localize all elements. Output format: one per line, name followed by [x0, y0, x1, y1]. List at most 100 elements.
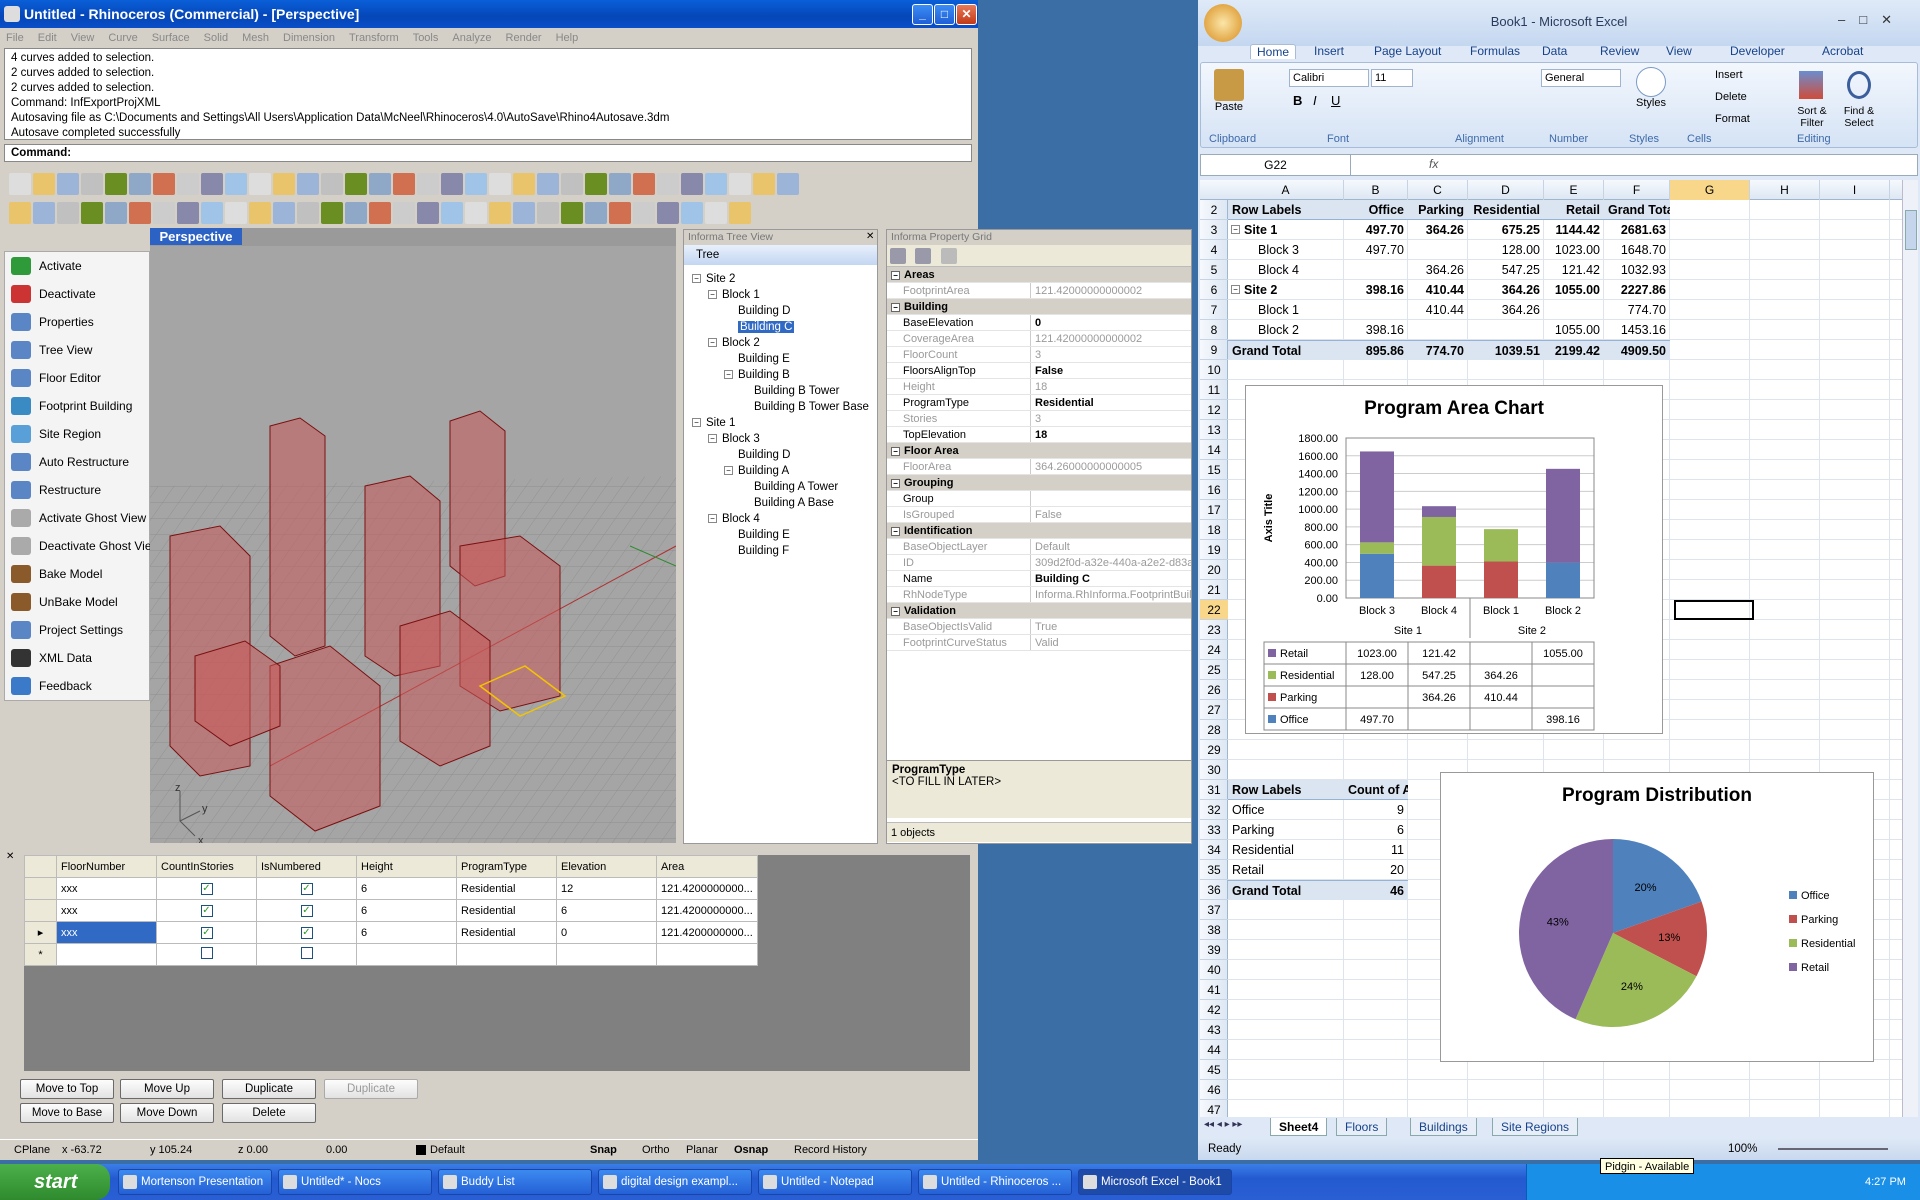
- pivot-row[interactable]: Grand Total 895.86 774.70 1039.51 2199.42 490…: [1228, 340, 1670, 360]
- toolbar-tool-icon[interactable]: [177, 202, 199, 224]
- toolbar-tool-icon[interactable]: [129, 202, 151, 224]
- tree-node[interactable]: Building D: [684, 447, 877, 463]
- tree-expander-icon[interactable]: −: [724, 466, 733, 476]
- count-label[interactable]: Grand Total: [1228, 881, 1344, 901]
- toolbar-tool-icon[interactable]: [417, 202, 439, 224]
- row-header[interactable]: 38: [1200, 920, 1228, 940]
- property-value[interactable]: Residential: [1031, 395, 1094, 410]
- toolbar-tool-icon[interactable]: [393, 202, 415, 224]
- find-select-button[interactable]: Find & Select: [1835, 105, 1883, 129]
- toolbar-tool-icon[interactable]: [369, 173, 391, 195]
- tree-node[interactable]: − Building B: [684, 367, 877, 383]
- menu-mesh[interactable]: Mesh: [242, 32, 269, 44]
- toolbar-tool-icon[interactable]: [441, 202, 463, 224]
- toolbar-tool-icon[interactable]: [729, 173, 751, 195]
- row-header[interactable]: 36: [1200, 880, 1228, 900]
- checkbox-cell[interactable]: ✓: [256, 899, 357, 922]
- checkbox-cell[interactable]: [256, 943, 357, 966]
- row-header[interactable]: 22: [1200, 600, 1228, 620]
- property-category[interactable]: − Floor Area: [887, 443, 1191, 459]
- row-header[interactable]: 12: [1200, 400, 1228, 420]
- sidebar-item-project-settings[interactable]: Project Settings: [5, 616, 149, 644]
- pivot-value[interactable]: 1453.16: [1604, 320, 1670, 340]
- worksheet[interactable]: ABCDEFGHI 2 3 4 5 6 7 8 9 10 11 12 13 14 15 16 17 18 19 20…: [1200, 180, 1902, 1123]
- close-button[interactable]: ✕: [956, 4, 977, 25]
- tree-node[interactable]: − Block 4: [684, 511, 877, 527]
- layer-name[interactable]: Default: [430, 1140, 465, 1160]
- column-header[interactable]: FloorNumber: [56, 855, 157, 878]
- bar-parking-block-4[interactable]: [1422, 565, 1456, 598]
- bar-retail-block-3[interactable]: [1360, 451, 1394, 543]
- tree-expander-icon[interactable]: −: [724, 370, 733, 380]
- row-header[interactable]: 32: [1200, 800, 1228, 820]
- count-row[interactable]: Grand Total 46: [1228, 880, 1408, 900]
- sort-filter-button[interactable]: Sort & Filter: [1791, 105, 1833, 129]
- bar-residential-block-3[interactable]: [1360, 542, 1394, 554]
- property-row[interactable]: BaseObjectIsValid True: [887, 619, 1191, 635]
- tab-page layout[interactable]: Page Layout: [1368, 44, 1447, 58]
- collapse-icon[interactable]: −: [891, 527, 900, 536]
- pivot-header[interactable]: Grand Total: [1604, 200, 1670, 220]
- pivot-header[interactable]: Office: [1344, 200, 1408, 220]
- tab-developer[interactable]: Developer: [1724, 44, 1791, 58]
- row-header[interactable]: 7: [1200, 300, 1228, 320]
- row-header[interactable]: 8: [1200, 320, 1228, 340]
- row-header[interactable]: 27: [1200, 700, 1228, 720]
- styles-button[interactable]: Styles: [1631, 67, 1671, 127]
- tree-expander-icon[interactable]: −: [708, 290, 717, 300]
- checkbox-checked-icon[interactable]: ✓: [200, 927, 213, 939]
- property-row[interactable]: RhNodeType Informa.RhInforma.FootprintBui…: [887, 587, 1191, 603]
- property-value[interactable]: Valid: [1031, 635, 1059, 650]
- toolbar-tool-icon[interactable]: [273, 173, 295, 195]
- pivot-value[interactable]: 497.70: [1344, 240, 1408, 260]
- toolbar-tool-icon[interactable]: [537, 173, 559, 195]
- selected-cell-g22[interactable]: [1674, 600, 1754, 620]
- pivot-value[interactable]: 497.70: [1344, 220, 1408, 240]
- pivot-row-label[interactable]: Block 3: [1228, 240, 1344, 260]
- pivot-row[interactable]: Site 2 398.16 410.44 364.26 1055.00 2227.86 −: [1228, 280, 1670, 300]
- grid-cell[interactable]: 121.4200000000...: [656, 921, 758, 944]
- bar-office-block-3[interactable]: [1360, 553, 1394, 598]
- bar-retail-block-2[interactable]: [1546, 468, 1580, 563]
- property-pages-icon[interactable]: [940, 248, 957, 264]
- task-button[interactable]: digital design exampl...: [598, 1169, 752, 1195]
- row-header[interactable]: 31: [1200, 780, 1228, 800]
- toolbar-tool-icon[interactable]: [705, 173, 727, 195]
- pivot-value[interactable]: 364.26: [1468, 280, 1544, 300]
- duplicate-button[interactable]: Duplicate: [324, 1079, 418, 1099]
- table-row[interactable]: xxx ✓ ✓ 6 Residential 12 121.4200000000...: [24, 877, 758, 900]
- pivot-table[interactable]: Row Labels Office Parking Residential Retail…: [1228, 200, 1704, 380]
- row-header[interactable]: 6: [1200, 280, 1228, 300]
- property-value[interactable]: 121.42000000000002: [1031, 283, 1142, 298]
- number-format-box[interactable]: General: [1541, 69, 1621, 87]
- pivot-row[interactable]: Site 1 497.70 364.26 675.25 1144.42 2681.63 −: [1228, 220, 1670, 240]
- fx-icon[interactable]: fx: [1429, 157, 1438, 171]
- italic-button[interactable]: I: [1313, 93, 1317, 108]
- collapse-icon[interactable]: −: [891, 607, 900, 616]
- column-header[interactable]: IsNumbered: [256, 855, 357, 878]
- toolbar-tool-icon[interactable]: [33, 202, 55, 224]
- sidebar-item-properties[interactable]: Properties: [5, 308, 149, 336]
- floor-number-cell[interactable]: xxx: [56, 877, 157, 900]
- tree-close-icon[interactable]: ✕: [866, 231, 874, 242]
- toolbar-tool-icon[interactable]: [609, 202, 631, 224]
- row-header[interactable]: 26: [1200, 680, 1228, 700]
- toolbar-tool-icon[interactable]: [321, 202, 343, 224]
- tab-home[interactable]: Home: [1250, 44, 1297, 59]
- row-header[interactable]: 10: [1200, 360, 1228, 380]
- count-row[interactable]: Residential 11: [1228, 840, 1408, 860]
- program-distribution-chart[interactable]: Program Distribution 20% 13% 24% 43% Office Pa…: [1440, 772, 1874, 1062]
- property-row[interactable]: CoverageArea 121.42000000000002: [887, 331, 1191, 347]
- tab-review[interactable]: Review: [1594, 44, 1645, 58]
- property-row[interactable]: Group: [887, 491, 1191, 507]
- toolbar-tool-icon[interactable]: [465, 173, 487, 195]
- categorized-icon[interactable]: [890, 248, 906, 264]
- checkbox-cell[interactable]: ✓: [156, 921, 257, 944]
- checkbox-cell[interactable]: ✓: [256, 921, 357, 944]
- property-value[interactable]: Default: [1031, 539, 1070, 554]
- grid-cell[interactable]: Residential: [456, 877, 557, 900]
- collapse-icon[interactable]: −: [891, 479, 900, 488]
- format-cells-button[interactable]: Format: [1701, 113, 1750, 125]
- task-button[interactable]: Buddy List: [438, 1169, 592, 1195]
- collapse-icon[interactable]: −: [891, 303, 900, 312]
